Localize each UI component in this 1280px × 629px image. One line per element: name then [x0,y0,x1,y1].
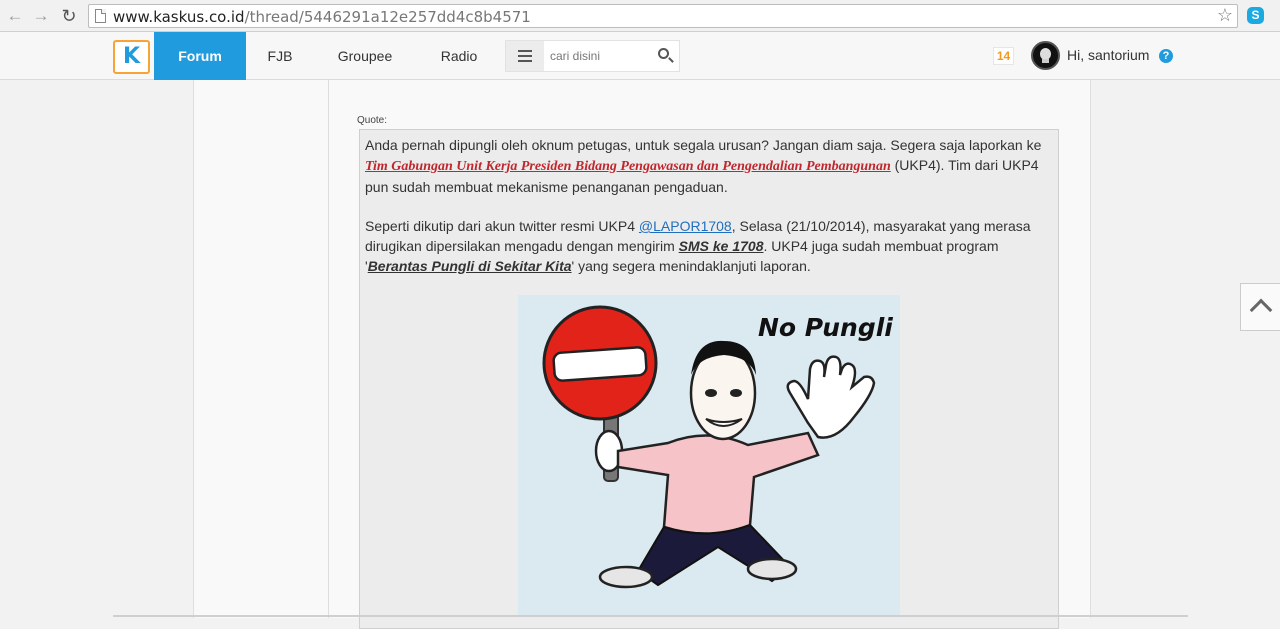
p2-text-before: Seperti dikutip dari akun twitter resmi … [365,218,639,234]
avatar[interactable] [1031,41,1060,70]
reload-icon[interactable]: ↻ [58,5,80,27]
forward-icon[interactable]: → [30,5,52,27]
kaskus-logo[interactable]: K [113,40,150,74]
notification-badge[interactable]: 14 [993,47,1014,65]
no-pungli-illustration: No Pungli [518,295,900,615]
search-input[interactable] [550,46,650,66]
user-greeting[interactable]: Hi, santorium [1067,47,1149,63]
quote-paragraph-1: Anda pernah dipungli oleh oknum petugas,… [365,135,1055,197]
url-host: www.kaskus.co.id [113,8,245,26]
p2-text-after: ' yang segera menindaklanjuti laporan. [571,258,811,274]
quote-paragraph-2: Seperti dikutip dari akun twitter resmi … [365,216,1055,276]
ukp4-link[interactable]: Tim Gabungan Unit Kerja Presiden Bidang … [365,159,891,174]
tab-groupee[interactable]: Groupee [327,32,403,80]
tab-radio[interactable]: Radio [429,32,489,80]
help-icon[interactable]: ? [1159,49,1173,63]
bookmark-star-icon[interactable]: ☆ [1217,5,1233,26]
search-icon[interactable] [658,48,669,59]
program-name: Berantas Pungli di Sekitar Kita [367,258,572,274]
url-path: /thread/5446291a12e257dd4c8b4571 [244,8,531,26]
skype-extension-icon[interactable]: S [1247,7,1264,24]
back-icon[interactable]: ← [4,5,26,27]
search-box [505,40,680,72]
column-divider [328,80,329,618]
list-icon[interactable] [506,41,544,71]
p1-text-before: Anda pernah dipungli oleh oknum petugas,… [365,137,1042,153]
no-pungli-caption: No Pungli [758,313,893,342]
sms-number: SMS ke 1708 [678,238,764,254]
address-bar[interactable]: www.kaskus.co.id/thread/5446291a12e257dd… [88,4,1238,28]
chevron-up-icon [1249,298,1273,322]
bottom-divider [113,615,1188,617]
tab-forum[interactable]: Forum [154,32,246,80]
url-text[interactable]: www.kaskus.co.id/thread/5446291a12e257dd… [113,8,531,26]
browser-toolbar: ← → ↻ www.kaskus.co.id/thread/5446291a12… [0,0,1280,32]
scroll-to-top-button[interactable] [1240,283,1280,331]
site-header: K Forum FJB Groupee Radio 14 Hi, santori… [0,32,1280,80]
twitter-handle-link[interactable]: @LAPOR1708 [639,218,732,234]
quote-label: Quote: [357,115,388,126]
tab-fjb[interactable]: FJB [255,32,305,80]
cartoon-drawing [542,305,876,589]
page-icon [95,9,106,23]
